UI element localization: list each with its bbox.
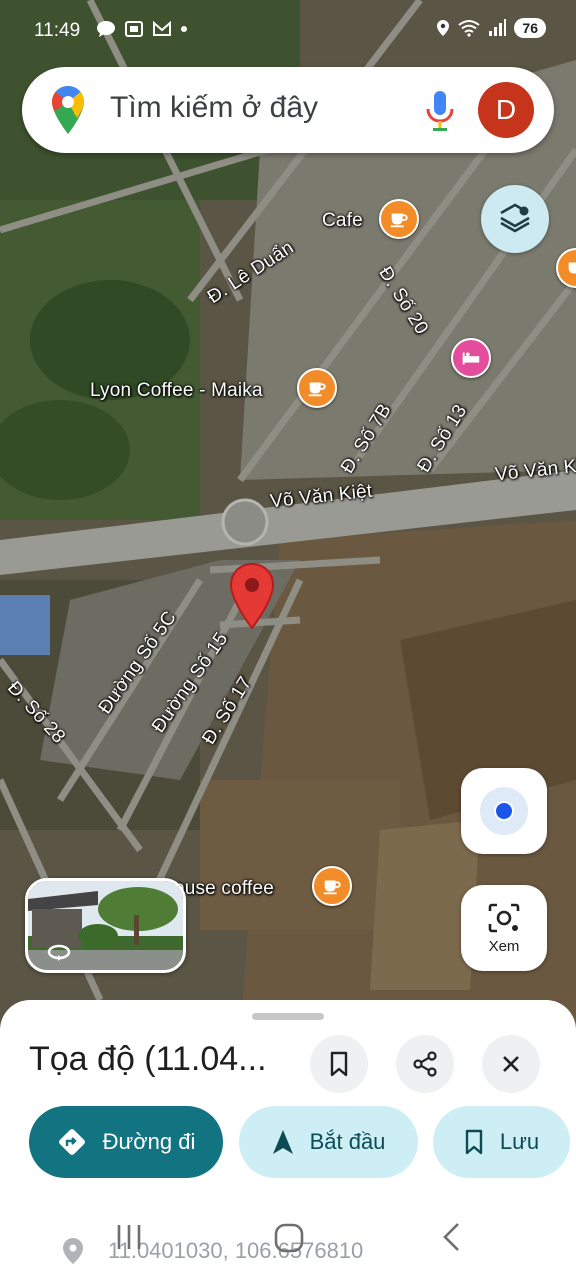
save-label: Lưu bbox=[499, 1129, 540, 1154]
wifi-icon bbox=[458, 20, 481, 37]
lens-button[interactable]: Xem bbox=[461, 885, 547, 971]
bookmark-icon bbox=[330, 1051, 348, 1077]
search-placeholder[interactable]: Tìm kiếm ở đây bbox=[110, 91, 318, 125]
avatar-letter: D bbox=[495, 94, 517, 125]
chat-notification-icon bbox=[97, 21, 115, 37]
layers-button[interactable] bbox=[481, 185, 549, 253]
directions-label: Đường đi bbox=[102, 1129, 196, 1154]
home-icon bbox=[274, 1223, 304, 1253]
google-maps-logo-icon bbox=[52, 86, 84, 134]
search-bar[interactable]: Tìm kiếm ở đây D bbox=[22, 67, 554, 153]
recent-apps-icon bbox=[117, 1225, 141, 1249]
start-button[interactable]: Bắt đầu bbox=[239, 1106, 418, 1178]
lyon-coffee-poi-icon[interactable] bbox=[297, 368, 337, 408]
street-view-thumbnail[interactable] bbox=[25, 878, 186, 973]
share-button[interactable] bbox=[396, 1035, 454, 1093]
back-icon bbox=[443, 1223, 459, 1251]
cafe-poi-icon[interactable] bbox=[379, 199, 419, 239]
map-view[interactable]: Đ. Lê Duẩn Đ. Số 20 Đ. Số 7B Đ. Số 13 Võ… bbox=[0, 0, 576, 1030]
gmail-notification-icon bbox=[153, 21, 171, 36]
location-status-icon bbox=[437, 20, 450, 36]
navigation-arrow-icon bbox=[272, 1130, 293, 1154]
bookmark-outline-icon bbox=[465, 1129, 483, 1155]
hotel-poi-icon[interactable] bbox=[451, 338, 491, 378]
satellite-imagery bbox=[0, 0, 576, 1030]
status-bar: 11:49 76 bbox=[0, 0, 576, 60]
home-button[interactable] bbox=[270, 1219, 308, 1257]
share-icon bbox=[413, 1051, 437, 1077]
screenshot-notification-icon bbox=[125, 21, 143, 37]
recent-apps-button[interactable] bbox=[112, 1219, 146, 1255]
save-button[interactable]: Lưu bbox=[433, 1106, 570, 1178]
microphone-icon[interactable] bbox=[422, 87, 458, 133]
start-label: Bắt đầu bbox=[309, 1129, 386, 1154]
360-rotate-icon bbox=[47, 944, 71, 961]
poi-label-cafe[interactable]: Cafe bbox=[322, 210, 363, 232]
lens-camera-icon bbox=[488, 903, 520, 932]
close-button[interactable] bbox=[482, 1035, 540, 1093]
battery-indicator: 76 bbox=[514, 18, 546, 38]
back-button[interactable] bbox=[436, 1219, 466, 1255]
my-location-icon bbox=[480, 787, 528, 835]
system-navigation-bar bbox=[0, 1205, 576, 1280]
dot-notification-icon bbox=[181, 26, 187, 32]
directions-button[interactable]: Đường đi bbox=[29, 1106, 223, 1178]
house-coffee-poi-icon[interactable] bbox=[312, 866, 352, 906]
my-location-button[interactable] bbox=[461, 768, 547, 854]
bookmark-button[interactable] bbox=[310, 1035, 368, 1093]
place-title: Tọa độ (11.04... bbox=[29, 1040, 267, 1078]
avatar[interactable]: D bbox=[478, 82, 534, 138]
status-time: 11:49 bbox=[34, 20, 81, 41]
location-pin-icon[interactable] bbox=[228, 562, 276, 630]
signal-icon bbox=[489, 19, 507, 36]
directions-icon bbox=[58, 1129, 85, 1155]
sheet-drag-handle[interactable] bbox=[252, 1013, 324, 1020]
poi-label-lyon-coffee[interactable]: Lyon Coffee - Maika bbox=[90, 380, 263, 402]
layers-icon bbox=[500, 203, 530, 233]
lens-label: Xem bbox=[488, 937, 520, 955]
close-icon bbox=[503, 1056, 519, 1072]
